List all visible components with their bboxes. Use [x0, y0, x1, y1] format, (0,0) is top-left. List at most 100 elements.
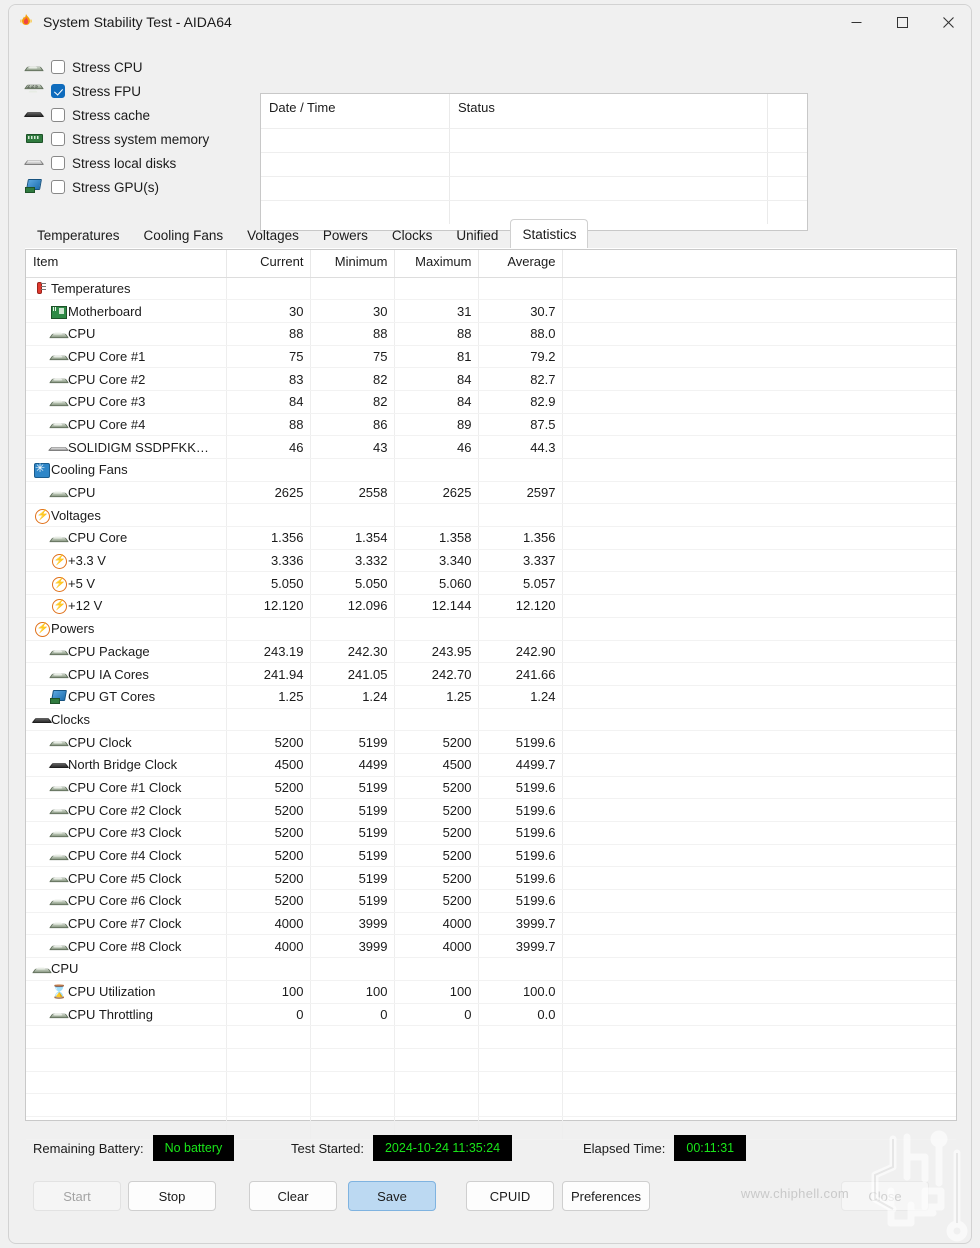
stress-option-stress-cpu[interactable]: Stress CPU [25, 55, 209, 79]
col-average[interactable]: Average [478, 250, 563, 278]
table-row[interactable]: CPU IA Cores 241.94 241.05 242.70 241.66 [26, 662, 956, 686]
stress-options-list: Stress CPU Stress FPU Stress cache Stress s… [25, 55, 209, 199]
save-button[interactable]: Save [348, 1181, 436, 1211]
col-maximum[interactable]: Maximum [394, 250, 479, 278]
cell-average [478, 1071, 563, 1095]
tab-clocks[interactable]: Clocks [380, 221, 445, 249]
minimize-button[interactable] [833, 5, 879, 39]
table-group-row[interactable]: Cooling Fans [26, 458, 956, 482]
table-row[interactable]: SOLIDIGM SSDPFKK… 46 43 46 44.3 [26, 435, 956, 459]
cell-maximum [394, 957, 479, 981]
cell-current: 46 [226, 435, 311, 459]
checkbox-unchecked[interactable] [51, 132, 65, 146]
cell-spacer [562, 435, 956, 459]
stop-button[interactable]: Stop [128, 1181, 216, 1211]
table-row[interactable]: CPU Core #1 75 75 81 79.2 [26, 345, 956, 369]
log-col-extra [768, 94, 807, 128]
cell-maximum: 3.340 [394, 549, 479, 573]
item-label: Cooling Fans [51, 462, 128, 478]
stress-option-stress-gpu-s[interactable]: Stress GPU(s) [25, 175, 209, 199]
table-row[interactable]: CPU GT Cores 1.25 1.24 1.25 1.24 [26, 685, 956, 709]
cpu-icon [50, 668, 67, 680]
table-row[interactable]: CPU Core #4 Clock 5200 5199 5200 5199.6 [26, 844, 956, 868]
cpu-icon [50, 781, 67, 793]
voltage-icon [33, 621, 50, 638]
table-group-row[interactable]: CPU [26, 957, 956, 981]
cell-minimum: 12.096 [310, 594, 395, 618]
table-row[interactable]: CPU Clock 5200 5199 5200 5199.6 [26, 730, 956, 754]
table-group-row[interactable]: Temperatures [26, 277, 956, 301]
battery-value: No battery [152, 1135, 235, 1161]
event-log-list[interactable]: Date / Time Status [260, 93, 808, 231]
tab-temperatures[interactable]: Temperatures [25, 221, 132, 249]
cell-spacer [562, 798, 956, 822]
stress-option-stress-system-memory[interactable]: Stress system memory [25, 127, 209, 151]
close-button[interactable] [925, 5, 971, 39]
table-group-row[interactable]: Powers [26, 617, 956, 641]
checkbox-unchecked[interactable] [51, 156, 65, 170]
table-row[interactable]: +5 V5.0505.0505.0605.057 [26, 571, 956, 596]
stress-option-stress-cache[interactable]: Stress cache [25, 103, 209, 127]
tab-statistics[interactable]: Statistics [510, 219, 589, 249]
table-row[interactable]: CPU 88 88 88 88.0 [26, 322, 956, 346]
col-current[interactable]: Current [226, 250, 311, 278]
table-row[interactable]: CPU 2625 2558 2625 2597 [26, 481, 956, 505]
table-row[interactable]: CPU Core #3 84 82 84 82.9 [26, 390, 956, 414]
stress-options-panel: Stress CPU Stress FPU Stress cache Stress s… [9, 39, 971, 231]
checkbox-checked[interactable] [51, 84, 65, 98]
table-row[interactable]: CPU Core #2 Clock 5200 5199 5200 5199.6 [26, 798, 956, 822]
table-row[interactable]: CPU Core #1 Clock 5200 5199 5200 5199.6 [26, 776, 956, 800]
clear-button[interactable]: Clear [249, 1181, 337, 1211]
tab-voltages[interactable]: Voltages [235, 221, 311, 249]
tab-powers[interactable]: Powers [311, 221, 380, 249]
preferences-button[interactable]: Preferences [562, 1181, 650, 1211]
tab-cooling-fans[interactable]: Cooling Fans [132, 221, 236, 249]
stress-option-stress-fpu[interactable]: Stress FPU [25, 79, 209, 103]
log-col-status: Status [450, 94, 768, 128]
col-minimum[interactable]: Minimum [310, 250, 395, 278]
table-row[interactable]: CPU Core #3 Clock 5200 5199 5200 5199.6 [26, 821, 956, 845]
checkbox-unchecked[interactable] [51, 108, 65, 122]
checkbox-unchecked[interactable] [51, 60, 65, 74]
cell-average: 5.057 [478, 571, 563, 596]
cell-spacer [562, 685, 956, 709]
table-row[interactable]: CPU Core #2 83 82 84 82.7 [26, 367, 956, 391]
table-row[interactable]: CPU Core #6 Clock 5200 5199 5200 5199.6 [26, 889, 956, 913]
checkbox-unchecked[interactable] [51, 180, 65, 194]
cell-minimum [310, 708, 395, 732]
table-group-row[interactable]: Voltages [26, 503, 956, 528]
item-label: CPU Core #6 Clock [68, 893, 182, 909]
table-row[interactable]: CPU Core #8 Clock 4000 3999 4000 3999.7 [26, 934, 956, 959]
cell-average: 5199.6 [478, 730, 563, 754]
cell-spacer [562, 594, 956, 618]
cell-minimum: 86 [310, 413, 395, 437]
table-row[interactable]: CPU Core #4 88 86 89 87.5 [26, 413, 956, 437]
close-footer-button[interactable]: Close [841, 1181, 929, 1211]
maximize-button[interactable] [879, 5, 925, 39]
item-label: CPU Throttling [68, 1006, 154, 1022]
table-row[interactable]: CPU Core #7 Clock 4000 3999 4000 3999.7 [26, 912, 956, 936]
cpuid-button[interactable]: CPUID [466, 1181, 554, 1211]
cell-current: 84 [226, 390, 311, 414]
table-row[interactable]: +3.3 V 3.3363.3323.3403.337 [26, 549, 956, 573]
table-row[interactable]: +12 V12.12012.09612.14412.120 [26, 594, 956, 618]
table-row[interactable]: CPU Utilization100100100100.0 [26, 980, 956, 1004]
table-row[interactable]: Motherboard 30 30 31 30.7 [26, 299, 956, 323]
table-row[interactable]: CPU Throttling 0 0 0 0.0 [26, 1003, 956, 1027]
cell-minimum [310, 458, 395, 482]
start-button[interactable]: Start [33, 1181, 121, 1211]
table-row[interactable]: CPU Package 243.19 242.30 243.95 242.90 [26, 640, 956, 664]
table-group-row[interactable]: Clocks [26, 708, 956, 732]
cell-current: 5200 [226, 821, 311, 845]
cell-spacer [562, 299, 956, 323]
col-item[interactable]: Item [26, 250, 227, 278]
cell-current: 5200 [226, 844, 311, 868]
cell-maximum: 81 [394, 345, 479, 369]
table-row[interactable]: North Bridge Clock 4500 4499 4500 4499.7 [26, 753, 956, 777]
cpu-icon [50, 850, 67, 862]
cell-item: Powers [26, 617, 227, 641]
table-row[interactable]: CPU Core 1.356 1.354 1.358 1.356 [26, 526, 956, 550]
table-row[interactable]: CPU Core #5 Clock 5200 5199 5200 5199.6 [26, 866, 956, 891]
tab-unified[interactable]: Unified [444, 221, 510, 249]
stress-option-stress-local-disks[interactable]: Stress local disks [25, 151, 209, 175]
